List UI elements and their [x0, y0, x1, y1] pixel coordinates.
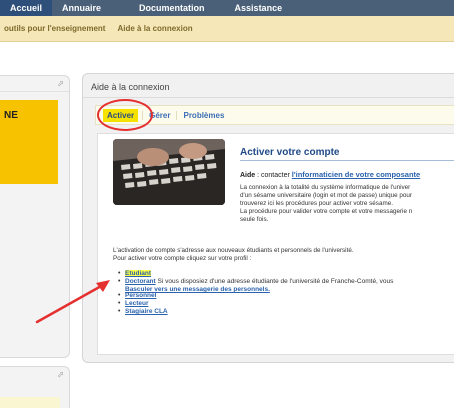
nav-tab-assistance[interactable]: Assistance [225, 0, 293, 16]
nav-tab-documentation[interactable]: Documentation [129, 0, 215, 16]
annotation-ellipse [97, 99, 153, 131]
left-side-panel: ⬀ NE [0, 75, 70, 358]
profile-link-etudiant[interactable]: Etudiant [125, 270, 151, 277]
list-item: Stagiaire CLA [118, 308, 393, 316]
aide-text: : contacter [255, 172, 292, 179]
left-panel-header: ⬀ [0, 76, 69, 92]
left-panel-2-yellow-box [0, 397, 60, 408]
list-item: Personnel [118, 292, 393, 300]
description-line: La procédure pour valider votre compte e… [240, 208, 413, 215]
intro-line: L'activation de compte s'adresse aux nou… [113, 247, 354, 254]
description-line: seule fois. [240, 216, 269, 223]
left-side-panel-2: ⬀ [0, 366, 70, 408]
divider [83, 97, 454, 98]
panel-title: Aide à la connexion [91, 82, 170, 92]
list-item: Etudiant [118, 270, 393, 278]
nav-tab-annuaire[interactable]: Annuaire [52, 0, 111, 16]
left-panel-banner-text: NE [4, 110, 18, 121]
keyboard-photo [113, 139, 225, 205]
profile-link-lecteur[interactable]: Lecteur [125, 300, 148, 307]
sub-navigation: outils pour l'enseignement Aide à la con… [0, 16, 454, 42]
pin-icon[interactable]: ⬀ [57, 370, 64, 379]
aide-line: Aide : contacter l'informaticien de votr… [240, 170, 420, 179]
section-heading: Activer votre compte [240, 147, 340, 158]
aide-label: Aide [240, 172, 256, 179]
doctorant-note: Si vous disposiez d'une adresse étudiant… [155, 278, 394, 285]
heading-divider [240, 160, 454, 161]
subnav-link-aide-connexion[interactable]: Aide à la connexion [111, 24, 198, 33]
left-panel-banner: NE [0, 100, 58, 184]
profile-list: Etudiant Doctorant Si vous disposiez d'u… [118, 270, 393, 316]
profile-link-personnel[interactable]: Personnel [125, 292, 156, 299]
top-navigation: Accueil Annuaire Documentation Assistanc… [0, 0, 454, 16]
list-item: Lecteur [118, 300, 393, 308]
nav-tab-accueil[interactable]: Accueil [0, 0, 53, 16]
description-line: trouverez ici les procédures pour active… [240, 200, 393, 207]
subnav-link-outils[interactable]: outils pour l'enseignement [0, 24, 111, 33]
intro-line: Pour activer votre compte cliquez sur vo… [113, 255, 252, 262]
aide-contact-link[interactable]: l'informaticien de votre composante [292, 170, 420, 179]
description-line: La connexion à la totalité du système in… [240, 184, 411, 191]
description-line: d'un sésame universitaire (login et mot … [240, 192, 413, 199]
profile-link-doctorant[interactable]: Doctorant [125, 278, 156, 285]
pin-icon[interactable]: ⬀ [57, 79, 64, 88]
profile-link-stagiaire-cla[interactable]: Stagiaire CLA [125, 308, 168, 315]
keyboard-image [113, 139, 225, 205]
tab-problemes[interactable]: Problèmes [176, 110, 230, 120]
list-item: Doctorant Si vous disposiez d'une adress… [118, 278, 394, 293]
